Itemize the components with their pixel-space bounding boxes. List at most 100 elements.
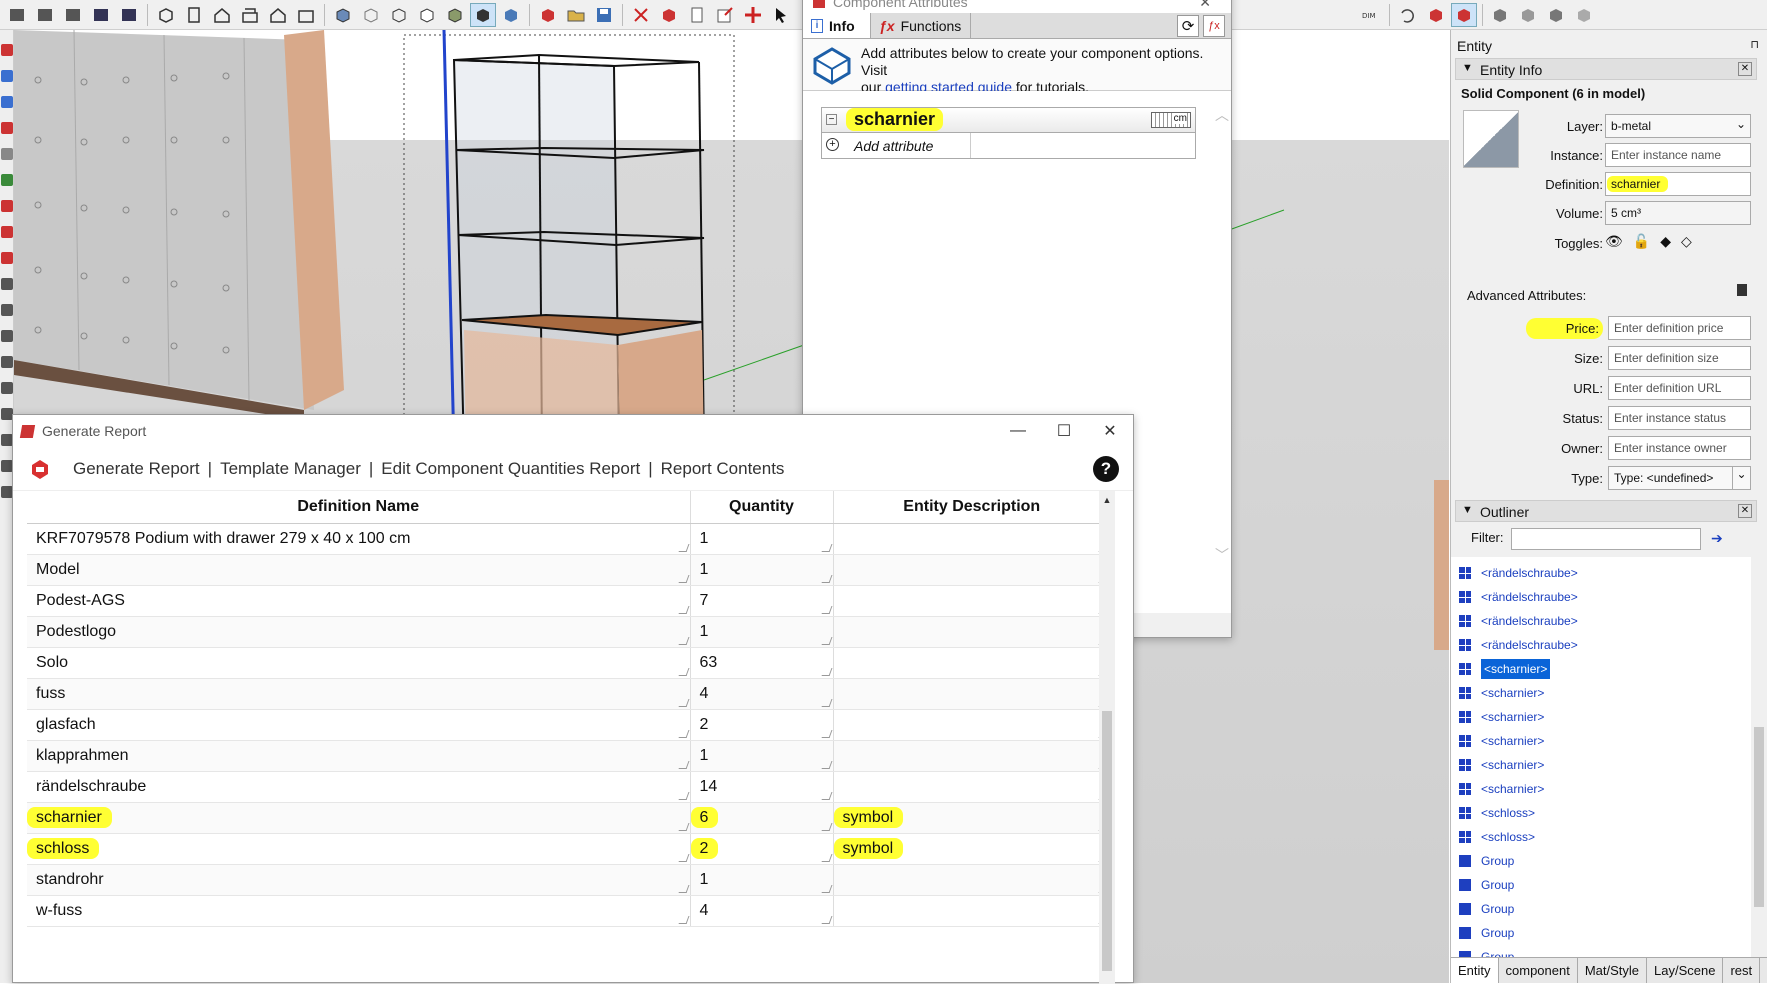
nav-generate-report[interactable]: Generate Report — [73, 459, 200, 479]
paint-icon[interactable] — [1, 174, 13, 186]
outliner-item[interactable]: <schloss> — [1459, 825, 1535, 849]
box-icon[interactable] — [88, 3, 114, 27]
lock-icon[interactable]: 🔓 — [1633, 233, 1650, 250]
outliner-item[interactable]: Group — [1459, 945, 1514, 957]
description-cell[interactable] — [833, 554, 1111, 586]
outliner-item[interactable]: <schloss> — [1459, 801, 1535, 825]
push-pull-icon[interactable] — [1, 200, 13, 212]
outliner-item[interactable]: <rändelschraube> — [1459, 585, 1578, 609]
definition-cell[interactable]: Podestlogo — [27, 616, 691, 648]
shaded-texture-style-icon[interactable] — [442, 3, 468, 27]
outliner-item[interactable]: <scharnier> — [1459, 729, 1544, 753]
collapse-icon[interactable]: − — [826, 114, 837, 125]
toggle-formula-icon[interactable]: ƒx — [1203, 15, 1225, 37]
rectangle-icon[interactable] — [1, 148, 13, 160]
nav-template-manager[interactable]: Template Manager — [220, 459, 361, 479]
outliner-item[interactable]: Group — [1459, 921, 1514, 945]
box-icon[interactable] — [116, 3, 142, 27]
description-cell[interactable]: symbol — [833, 833, 1111, 865]
solid-intersect-icon[interactable] — [1544, 3, 1570, 27]
hidden-line-style-icon[interactable] — [414, 3, 440, 27]
maximize-icon[interactable]: ☐ — [1041, 415, 1087, 447]
open-folder-icon[interactable] — [563, 3, 589, 27]
receive-shadow-icon[interactable]: ◇ — [1681, 233, 1692, 250]
table-row[interactable]: Podestlogo 1 — [27, 616, 1111, 648]
tray-tab[interactable]: Mat/Style — [1578, 958, 1648, 983]
column-header-quantity[interactable]: Quantity — [690, 491, 834, 524]
definition-cell[interactable]: w-fuss — [27, 895, 691, 927]
definition-cell[interactable]: glasfach — [27, 709, 691, 741]
shaded-style-icon[interactable] — [330, 3, 356, 27]
quantity-cell[interactable]: 63 — [690, 647, 834, 679]
box-icon[interactable] — [32, 3, 58, 27]
axes-icon[interactable] — [1, 330, 13, 342]
report-scrollbar[interactable]: ▲ — [1099, 491, 1115, 984]
rotate-icon[interactable] — [1, 226, 13, 238]
url-input[interactable]: Enter definition URL — [1608, 376, 1751, 400]
definition-cell[interactable]: scharnier — [27, 802, 691, 834]
solid-split-icon[interactable] — [1572, 3, 1598, 27]
dimension-icon[interactable]: DIM — [1358, 3, 1384, 27]
outliner-item[interactable]: Group — [1459, 897, 1514, 921]
outliner-item[interactable]: <scharnier> — [1459, 777, 1544, 801]
quantity-cell[interactable]: 6 — [690, 802, 834, 834]
table-row[interactable]: Model 1 — [27, 554, 1111, 586]
solid-union-icon[interactable] — [1488, 3, 1514, 27]
add-attribute-row[interactable]: + Add attribute — [821, 133, 1196, 159]
definition-input[interactable]: scharnier — [1605, 172, 1751, 196]
definition-cell[interactable]: klapprahmen — [27, 740, 691, 772]
box-icon[interactable] — [60, 3, 86, 27]
close-icon[interactable]: ✕ — [1738, 62, 1752, 76]
pan-icon[interactable] — [1, 382, 13, 394]
outliner-scrollbar[interactable] — [1751, 557, 1767, 957]
definition-cell[interactable]: rändelschraube — [27, 771, 691, 803]
outliner-item[interactable]: <rändelschraube> — [1459, 561, 1578, 585]
tray-tab[interactable]: Entity — [1451, 958, 1499, 983]
nav-report-contents[interactable]: Report Contents — [661, 459, 785, 479]
table-row[interactable]: Podest-AGS 7 — [27, 585, 1111, 617]
tape-measure-icon[interactable] — [1, 278, 13, 290]
table-row[interactable]: scharnier 6 symbol — [27, 802, 1111, 834]
collapse-advanced-icon[interactable] — [1737, 284, 1747, 296]
definition-cell[interactable]: KRF7079578 Podium with drawer 279 x 40 x… — [27, 523, 691, 555]
scroll-thumb[interactable] — [1102, 711, 1112, 971]
scroll-thumb[interactable] — [1754, 727, 1764, 907]
scroll-up-icon[interactable]: ▲ — [1099, 495, 1115, 505]
line-icon[interactable] — [1, 70, 13, 82]
quantity-cell[interactable]: 2 — [690, 709, 834, 741]
scroll-down-icon[interactable]: ﹀ — [1213, 545, 1231, 565]
attributes-scrollbar[interactable]: ︿ ﹀ — [1213, 91, 1231, 613]
instance-input[interactable]: Enter instance name — [1605, 143, 1751, 167]
definition-cell[interactable]: fuss — [27, 678, 691, 710]
nav-edit-quantities[interactable]: Edit Component Quantities Report — [381, 459, 640, 479]
orbit-icon[interactable] — [1, 356, 13, 368]
monochrome-style-icon[interactable] — [470, 2, 496, 27]
quantity-cell[interactable]: 14 — [690, 771, 834, 803]
table-row[interactable]: glasfach 2 — [27, 709, 1111, 741]
tray-tab[interactable]: Lay/Scene — [1647, 958, 1724, 983]
outliner-item[interactable]: <rändelschraube> — [1459, 609, 1578, 633]
quantity-cell[interactable]: 1 — [690, 616, 834, 648]
owner-input[interactable]: Enter instance owner — [1608, 436, 1751, 460]
quantity-cell[interactable]: 1 — [690, 554, 834, 586]
right-view-icon[interactable] — [293, 3, 319, 27]
text-icon[interactable] — [1, 304, 13, 316]
definition-cell[interactable]: schloss — [27, 833, 691, 865]
status-input[interactable]: Enter instance status — [1608, 406, 1751, 430]
description-cell[interactable] — [833, 771, 1111, 803]
home-icon[interactable] — [209, 3, 235, 27]
front-view-icon[interactable] — [237, 3, 263, 27]
description-cell[interactable]: symbol — [833, 802, 1111, 834]
close-icon[interactable]: ✕ — [1087, 415, 1133, 447]
entity-info-header[interactable]: ▼ Entity Info ✕ — [1455, 58, 1757, 80]
tab-info[interactable]: i Info — [803, 13, 871, 38]
report-icon[interactable] — [1423, 3, 1449, 27]
top-view-icon[interactable] — [181, 3, 207, 27]
table-row[interactable]: klapprahmen 1 — [27, 740, 1111, 772]
description-cell[interactable] — [833, 678, 1111, 710]
scroll-up-icon[interactable]: ︿ — [1213, 105, 1231, 125]
definition-cell[interactable]: Solo — [27, 647, 691, 679]
table-row[interactable]: w-fuss 4 — [27, 895, 1111, 927]
description-cell[interactable] — [833, 523, 1111, 555]
tray-tab[interactable]: rest — [1723, 958, 1761, 983]
